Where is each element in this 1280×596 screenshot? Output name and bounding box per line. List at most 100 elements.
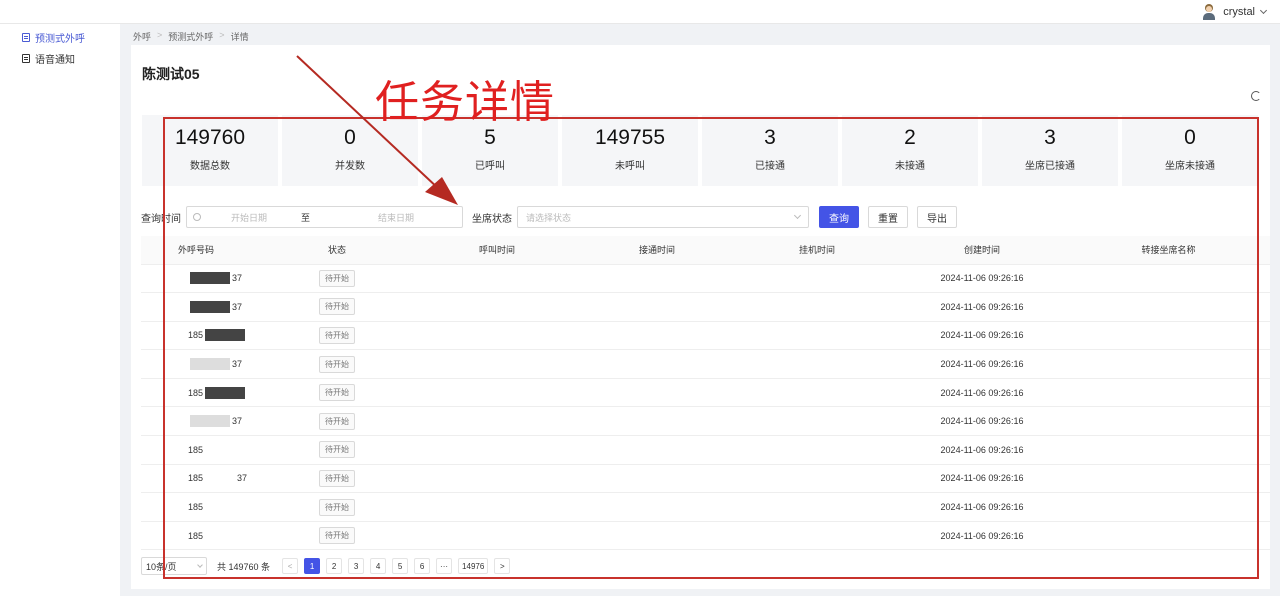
chevron-down-icon (197, 561, 203, 568)
column-header: 创建时间 (897, 236, 1067, 265)
call-time-cell (417, 349, 577, 379)
created-time-cell: 2024-11-06 09:26:16 (897, 321, 1067, 351)
transfer-agent-cell (1067, 492, 1270, 522)
status-badge: 待开始 (319, 298, 355, 316)
hangup-time-cell (737, 292, 897, 322)
sidebar: 预测式外呼 语音通知 (0, 24, 120, 596)
top-bar: crystal (0, 0, 1280, 24)
end-date-input[interactable]: 结束日期 (361, 211, 431, 224)
query-button[interactable]: 查询 (819, 206, 859, 228)
stats-row: 149760 数据总数 0 并发数 5 已呼叫 149755 未呼叫 3 已接通 2 未接… (142, 115, 1258, 186)
page-title: 陈测试05 (142, 66, 200, 82)
export-button[interactable]: 导出 (917, 206, 957, 228)
sidebar-item-voice-notice[interactable]: 语音通知 (0, 48, 120, 69)
stat-label: 坐席未接通 (1165, 161, 1215, 172)
hangup-time-cell (737, 349, 897, 379)
status-cell: 待开始 (257, 435, 417, 465)
stat-label: 未接通 (895, 161, 925, 172)
column-header: 状态 (257, 236, 417, 265)
breadcrumb-item: 详情 (230, 32, 249, 42)
page-button[interactable]: 1 (304, 558, 321, 574)
status-cell: 待开始 (257, 321, 417, 351)
hangup-time-cell (737, 264, 897, 294)
created-time-cell: 2024-11-06 09:26:16 (897, 492, 1067, 522)
stat-value: 3 (1044, 126, 1056, 149)
page-button[interactable]: 3 (348, 558, 365, 574)
call-time-cell (417, 264, 577, 294)
next-page-button[interactable]: > (494, 558, 511, 574)
transfer-agent-cell (1067, 321, 1270, 351)
call-time-cell (417, 321, 577, 351)
created-time-cell: 2024-11-06 09:26:16 (897, 435, 1067, 465)
stat-card: 0 坐席未接通 (1122, 115, 1258, 186)
status-cell: 待开始 (257, 492, 417, 522)
redaction-mask (190, 415, 230, 428)
page-ellipsis[interactable]: ··· (436, 558, 453, 574)
phone-prefix: 185 (188, 444, 204, 455)
status-badge: 待开始 (319, 412, 355, 430)
refresh-icon[interactable] (1251, 91, 1261, 101)
phone-cell: 185 (141, 521, 257, 551)
phone-cell: 37 (141, 292, 257, 322)
status-badge: 待开始 (319, 441, 355, 459)
prev-page-button[interactable]: < (282, 558, 299, 574)
document-icon (22, 54, 30, 63)
created-time-cell: 2024-11-06 09:26:16 (897, 521, 1067, 551)
stat-card: 2 未接通 (842, 115, 978, 186)
created-time-cell: 2024-11-06 09:26:16 (897, 378, 1067, 408)
connect-time-cell (577, 464, 737, 494)
connect-time-cell (577, 292, 737, 322)
phone-prefix: 185 (188, 387, 204, 398)
table-header-row: 外呼号码 状态 呼叫时间 接通时间 挂机时间 创建时间 转接坐席名称 (141, 236, 1270, 265)
date-range-picker[interactable]: 开始日期 至 结束日期 (186, 206, 463, 228)
breadcrumb-item[interactable]: 外呼 (133, 30, 151, 43)
query-time-label: 查询时间 (141, 213, 181, 225)
stat-value: 149760 (174, 126, 246, 149)
phone-cell: 37 (141, 264, 257, 294)
start-date-input[interactable]: 开始日期 (231, 211, 301, 224)
status-badge: 待开始 (319, 269, 355, 287)
total-count: 共 149760 条 (217, 561, 271, 572)
stat-label: 坐席已接通 (1025, 161, 1075, 172)
status-cell: 待开始 (257, 349, 417, 379)
document-icon (22, 33, 30, 42)
status-cell: 待开始 (257, 378, 417, 408)
table-row: 37 待开始 2024-11-06 09:26:16 (141, 264, 1270, 294)
phone-suffix: 37 (232, 301, 243, 312)
transfer-agent-cell (1067, 464, 1270, 494)
table-row: 185 待开始 2024-11-06 09:26:16 (141, 521, 1270, 551)
created-time-cell: 2024-11-06 09:26:16 (897, 464, 1067, 494)
annotation-text: 任务详情 (375, 77, 555, 128)
page-button[interactable]: 5 (392, 558, 409, 574)
phone-cell: 185 (141, 435, 257, 465)
table-row: 37 待开始 2024-11-06 09:26:16 (141, 406, 1270, 437)
status-badge: 待开始 (319, 355, 355, 373)
breadcrumb-item[interactable]: 预测式外呼 (168, 30, 213, 43)
user-menu[interactable]: crystal (1201, 3, 1268, 20)
redaction-mask (205, 386, 246, 399)
column-header: 挂机时间 (737, 236, 897, 265)
page-size-select[interactable]: 10条/页 (141, 557, 207, 575)
table-row: 185 待开始 2024-11-06 09:26:16 (141, 378, 1270, 408)
agent-status-select[interactable]: 请选择状态 (517, 206, 809, 228)
sidebar-item-label: 语音通知 (35, 55, 75, 66)
reset-button[interactable]: 重置 (868, 206, 908, 228)
sidebar-item-predictive-call[interactable]: 预测式外呼 (0, 27, 120, 48)
transfer-agent-cell (1067, 435, 1270, 465)
table-row: 185 待开始 2024-11-06 09:26:16 (141, 321, 1270, 351)
page-button[interactable]: 4 (370, 558, 387, 574)
stat-label: 数据总数 (190, 161, 230, 172)
page-button[interactable]: 14976 (458, 558, 489, 574)
stat-value: 2 (904, 126, 916, 149)
phone-prefix: 185 (188, 473, 204, 484)
phone-cell: 37 (141, 349, 257, 379)
page-button[interactable]: 2 (326, 558, 343, 574)
phone-suffix: 37 (232, 359, 243, 370)
hangup-time-cell (737, 321, 897, 351)
filter-bar: 查询时间 开始日期 至 结束日期 坐席状态 请选择状态 查询 重置 导出 (141, 206, 966, 228)
page-button[interactable]: 6 (414, 558, 431, 574)
transfer-agent-cell (1067, 349, 1270, 379)
table-row: 37 待开始 2024-11-06 09:26:16 (141, 349, 1270, 379)
transfer-agent-cell (1067, 378, 1270, 408)
hangup-time-cell (737, 378, 897, 408)
